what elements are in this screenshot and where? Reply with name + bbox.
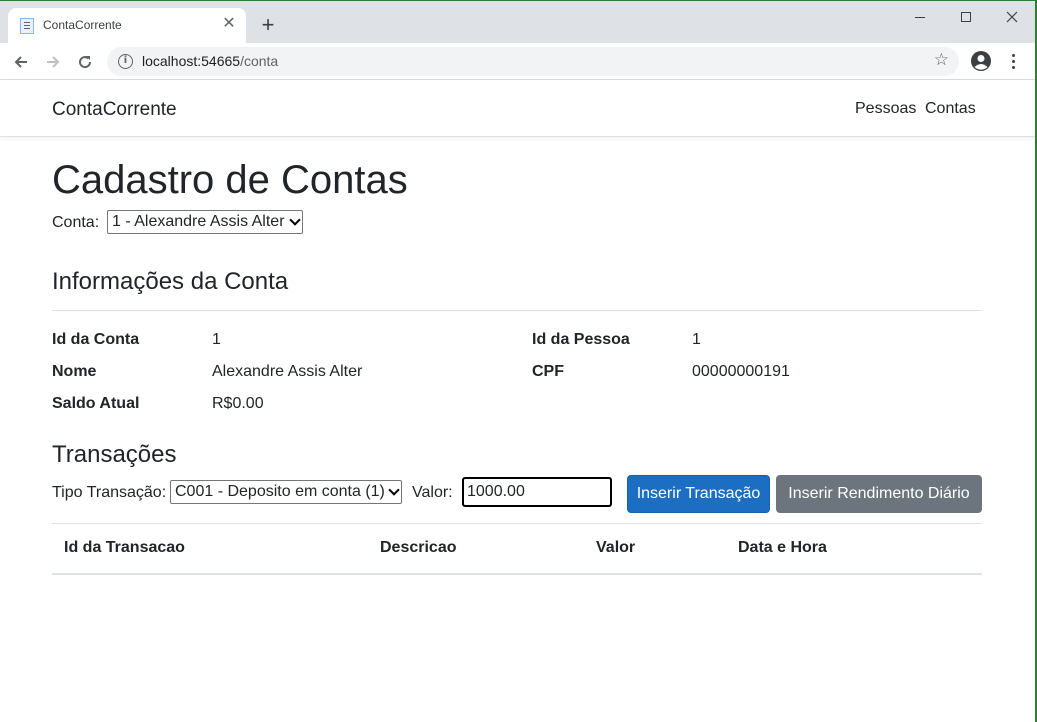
field-value-id-pessoa: 1 xyxy=(692,331,701,348)
conta-select[interactable]: 1 - Alexandre Assis Alter xyxy=(107,210,303,234)
browser-toolbar: i localhost:54665/conta ☆ xyxy=(0,43,1037,80)
back-button[interactable] xyxy=(8,49,34,75)
inserir-rendimento-button[interactable]: Inserir Rendimento Diário xyxy=(776,475,982,513)
forward-button[interactable] xyxy=(40,49,66,75)
column-header: Data e Hora xyxy=(726,523,982,575)
conta-label: Conta: xyxy=(52,214,100,231)
nav-link-contas[interactable]: Contas xyxy=(925,100,976,118)
chevron-down-icon xyxy=(289,214,301,226)
column-header: Descricao xyxy=(368,523,584,575)
maximize-button[interactable] xyxy=(943,3,989,31)
info-heading: Informações da Conta xyxy=(52,268,289,295)
tipo-transacao-label: Tipo Transação: xyxy=(52,484,167,501)
field-label-id-pessoa: Id da Pessoa xyxy=(532,331,630,348)
valor-input[interactable]: 1000.00 xyxy=(462,477,612,507)
tab-title: ContaCorrente xyxy=(43,18,122,32)
account-icon xyxy=(971,51,991,71)
app-navbar: ContaCorrente Pessoas Contas xyxy=(0,80,1037,137)
field-value-saldo: R$0.00 xyxy=(212,395,264,412)
browser-tabstrip: ContaCorrente ✕ + xyxy=(0,0,1037,44)
reload-button[interactable] xyxy=(72,49,98,75)
page-icon xyxy=(20,18,34,34)
browser-tab[interactable]: ContaCorrente ✕ xyxy=(8,8,246,44)
url-text: localhost:54665/conta xyxy=(142,53,279,69)
page-title: Cadastro de Contas xyxy=(52,158,408,202)
chevron-down-icon xyxy=(388,484,400,496)
field-label-nome: Nome xyxy=(52,363,97,380)
close-icon xyxy=(1006,11,1018,23)
transacoes-heading: Transações xyxy=(52,441,177,468)
field-label-saldo: Saldo Atual xyxy=(52,395,140,412)
navbar-brand[interactable]: ContaCorrente xyxy=(52,99,177,121)
tipo-transacao-select[interactable]: C001 - Deposito em conta (1) xyxy=(170,480,402,504)
field-label-id-conta: Id da Conta xyxy=(52,331,140,348)
reload-icon xyxy=(79,56,92,69)
field-value-id-conta: 1 xyxy=(212,331,221,348)
profile-button[interactable] xyxy=(970,50,992,72)
minimize-button[interactable] xyxy=(897,3,943,31)
close-icon[interactable]: ✕ xyxy=(220,15,238,33)
maximize-icon xyxy=(961,12,971,22)
column-header: Id da Transacao xyxy=(52,523,368,575)
arrow-left-icon xyxy=(14,56,27,68)
valor-label: Valor: xyxy=(412,484,453,501)
inserir-transacao-button[interactable]: Inserir Transação xyxy=(627,475,770,513)
minimize-icon xyxy=(915,16,925,18)
browser-menu-button[interactable] xyxy=(1004,49,1022,73)
table-header-row: Id da Transacao Descricao Valor Data e H… xyxy=(52,523,982,575)
nav-link-pessoas[interactable]: Pessoas xyxy=(855,100,916,118)
window-close-button[interactable] xyxy=(989,3,1035,31)
divider xyxy=(52,310,982,311)
field-label-cpf: CPF xyxy=(532,363,564,380)
info-icon[interactable]: i xyxy=(118,54,133,69)
arrow-right-icon xyxy=(47,56,60,68)
field-value-cpf: 00000000191 xyxy=(692,363,790,380)
new-tab-button[interactable]: + xyxy=(256,13,280,37)
address-bar[interactable]: i localhost:54665/conta ☆ xyxy=(107,47,959,76)
field-value-nome: Alexandre Assis Alter xyxy=(212,363,363,380)
star-icon[interactable]: ☆ xyxy=(934,50,949,70)
column-header: Valor xyxy=(584,523,726,575)
transacoes-table: Id da Transacao Descricao Valor Data e H… xyxy=(52,523,982,575)
